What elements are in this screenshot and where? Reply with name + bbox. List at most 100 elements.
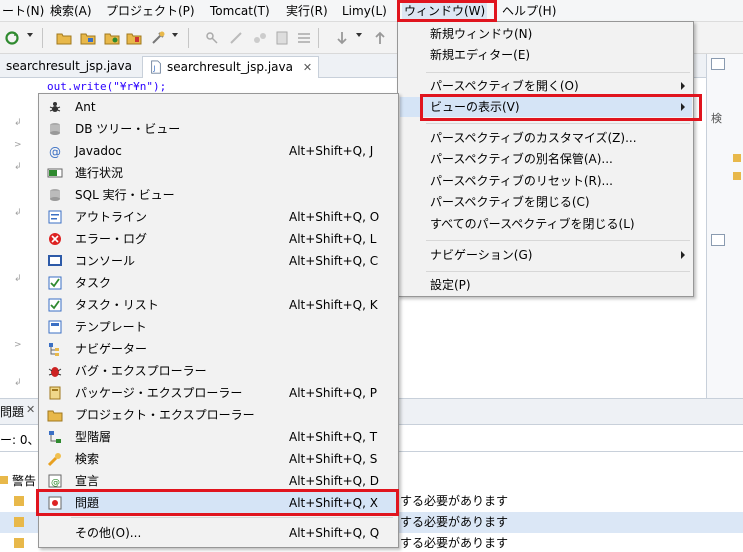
view-item-label: タスク・リスト (75, 298, 159, 312)
menu-help[interactable]: ヘルプ(H) (500, 2, 558, 20)
view-item-outline[interactable]: アウトライン Alt+Shift+Q, O (39, 206, 398, 228)
previous-annotation-icon[interactable] (372, 30, 388, 46)
editor-tab[interactable]: searchresult_jsp.java (0, 56, 138, 78)
view-item-sql[interactable]: SQL 実行・ビュー (39, 184, 398, 206)
view-item-problems[interactable]: 問題 Alt+Shift+Q, X (39, 492, 398, 514)
view-item-label: プロジェクト・エクスプローラー (75, 408, 255, 422)
view-item-ant[interactable]: Ant (39, 96, 398, 118)
menu-item-navigation[interactable]: ナビゲーション(G) (430, 245, 532, 265)
menu-run[interactable]: 実行(R) (284, 2, 330, 20)
open-type-icon[interactable] (104, 30, 120, 46)
warnings-group-label: 警告 (12, 474, 37, 488)
outline-icon (48, 210, 62, 224)
menu-item-save-perspective-as[interactable]: パースペクティブの別名保管(A)... (430, 149, 613, 169)
menu-item-new-window[interactable]: 新規ウィンドウ(N) (430, 24, 532, 44)
view-item-type-hierarchy[interactable]: 型階層 Alt+Shift+Q, T (39, 426, 398, 448)
menu-item-new-editor[interactable]: 新規エディター(E) (430, 45, 530, 65)
view-item-db-tree[interactable]: DB ツリー・ビュー (39, 118, 398, 140)
view-item-search[interactable]: 検索 Alt+Shift+Q, S (39, 448, 398, 470)
view-item-label: タスク (75, 276, 112, 290)
view-item-error-log[interactable]: エラー・ログ Alt+Shift+Q, L (39, 228, 398, 250)
annotation-marker[interactable] (733, 154, 741, 162)
database-icon (50, 123, 60, 135)
submenu-arrow-icon (681, 251, 685, 259)
menu-search[interactable]: 検索(A) (48, 2, 94, 20)
tools-icon[interactable] (150, 30, 166, 46)
java-file-icon: J (151, 60, 161, 74)
fold-marker: ↲ (14, 208, 22, 218)
type-hierarchy-icon (49, 431, 61, 443)
menu-project[interactable]: プロジェクト(P) (104, 2, 197, 20)
show-view-submenu: Ant DB ツリー・ビュー @ Javadoc Alt+Shift+Q, J … (38, 93, 399, 548)
view-item-declaration[interactable]: @ 宣言 Alt+Shift+Q, D (39, 470, 398, 492)
search-icon (47, 453, 61, 467)
menu-item-close-all-perspectives[interactable]: すべてのパースペクティブを閉じる(L) (430, 214, 635, 234)
restore-icon[interactable] (711, 234, 725, 246)
menu-item-preferences[interactable]: 設定(P) (430, 275, 471, 295)
navigator-icon (49, 343, 59, 356)
toolbar-separator (318, 28, 319, 48)
chevron-down-icon[interactable] (172, 33, 178, 37)
view-item-project-explorer[interactable]: プロジェクト・エクスプローラー (39, 404, 398, 426)
edit-icon[interactable] (228, 30, 244, 46)
view-item-task-list[interactable]: タスク・リスト Alt+Shift+Q, K (39, 294, 398, 316)
list-icon[interactable] (296, 30, 312, 46)
menu-item-close-perspective[interactable]: パースペクティブを閉じる(C) (430, 192, 590, 212)
warning-icon (0, 476, 8, 484)
console-icon (48, 255, 62, 266)
menu-item-show-view[interactable]: ビューの表示(V) (430, 97, 520, 117)
open-project-icon[interactable] (80, 30, 96, 46)
tab-problems[interactable]: 問題 (0, 403, 24, 420)
chevron-down-icon[interactable] (27, 33, 33, 37)
view-item-package-explorer[interactable]: パッケージ・エクスプローラー Alt+Shift+Q, P (39, 382, 398, 404)
bug-icon (48, 367, 62, 377)
window-menu-dropdown: 新規ウィンドウ(N) 新規エディター(E) パースペクティブを開く(O) ビュー… (397, 21, 694, 297)
warning-icon (14, 496, 24, 506)
view-item-javadoc[interactable]: @ Javadoc Alt+Shift+Q, J (39, 140, 398, 162)
menu-navigate[interactable]: ート(N) (0, 2, 46, 20)
menu-bar: ート(N) 検索(A) プロジェクト(P) Tomcat(T) 実行(R) Li… (0, 0, 743, 22)
view-item-progress[interactable]: 進行状況 (39, 162, 398, 184)
refresh-icon[interactable] (4, 30, 20, 46)
open-folder-icon[interactable] (56, 30, 72, 46)
editor-tab-active[interactable]: J searchresult_jsp.java ✕ (142, 56, 320, 78)
editor-tab-label: searchresult_jsp.java (167, 60, 293, 74)
problems-summary: ー: 0、 (0, 433, 40, 447)
template-icon (48, 320, 62, 334)
menu-item-reset-perspective[interactable]: パースペクティブのリセット(R)... (430, 171, 613, 191)
view-item-label: 問題 (75, 496, 100, 510)
view-item-task[interactable]: タスク (39, 272, 398, 294)
menu-limy[interactable]: Limy(L) (340, 2, 389, 20)
close-icon[interactable]: ✕ (26, 403, 35, 416)
problem-description: する必要があります (400, 494, 509, 508)
view-item-console[interactable]: コンソール Alt+Shift+Q, C (39, 250, 398, 272)
view-item-label: バグ・エクスプローラー (75, 364, 207, 378)
svg-text:J: J (152, 65, 155, 73)
pin-icon[interactable] (204, 30, 220, 46)
view-item-label: パッケージ・エクスプローラー (75, 386, 243, 400)
menu-item-customize-perspective[interactable]: パースペクティブのカスタマイズ(Z)... (430, 128, 637, 148)
close-icon[interactable]: ✕ (303, 61, 312, 74)
view-item-template[interactable]: テンプレート (39, 316, 398, 338)
document-icon[interactable] (274, 30, 290, 46)
toolbar-separator (188, 28, 189, 48)
package-explorer-icon (49, 386, 61, 400)
menu-item-open-perspective[interactable]: パースペクティブを開く(O) (430, 76, 579, 96)
view-item-navigator[interactable]: ナビゲーター (39, 338, 398, 360)
menu-tomcat[interactable]: Tomcat(T) (208, 2, 272, 20)
view-item-shortcut: Alt+Shift+Q, Q (289, 526, 380, 540)
open-resource-icon[interactable] (126, 30, 142, 46)
next-annotation-icon[interactable] (334, 30, 350, 46)
restore-icon[interactable] (711, 58, 725, 70)
view-item-other[interactable]: その他(O)... Alt+Shift+Q, Q (39, 522, 398, 544)
link-icon[interactable] (252, 30, 268, 46)
fold-marker: ↲ (14, 162, 22, 172)
chevron-down-icon[interactable] (356, 33, 362, 37)
annotation-marker[interactable] (733, 172, 741, 180)
view-item-shortcut: Alt+Shift+Q, J (289, 144, 374, 158)
view-item-label: 宣言 (75, 474, 100, 488)
declaration-icon: @ (48, 474, 62, 488)
menu-window[interactable]: ウィンドウ(W) (402, 2, 488, 20)
problem-description: する必要があります (400, 515, 509, 529)
view-item-bug-explorer[interactable]: バグ・エクスプローラー (39, 360, 398, 382)
